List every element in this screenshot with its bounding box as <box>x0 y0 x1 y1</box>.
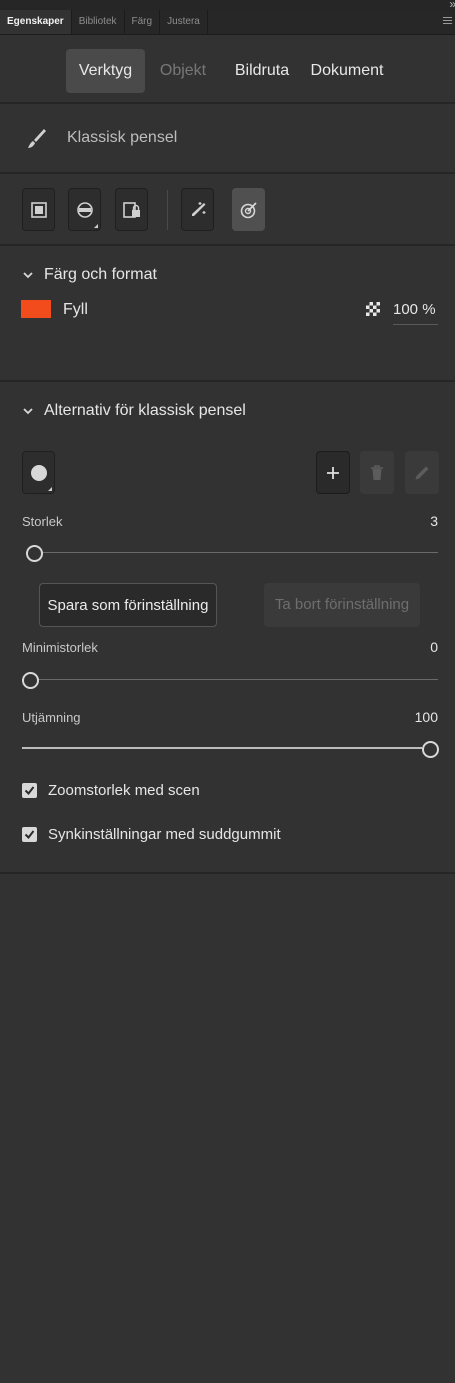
zoom-size-checkbox-row[interactable]: Zoomstorlek med scen <box>22 782 200 799</box>
size-value[interactable]: 3 <box>400 513 438 529</box>
alpha-value[interactable]: 100 % <box>393 301 438 325</box>
size-slider-track[interactable] <box>26 552 438 553</box>
section-title: Alternativ för klassisk pensel <box>44 402 246 419</box>
min-size-slider-thumb[interactable] <box>21 672 39 689</box>
checkmark-icon <box>24 786 35 796</box>
size-label: Storlek <box>22 514 63 529</box>
toolbar-separator <box>167 190 168 230</box>
sync-eraser-label: Synkinställningar med suddgummit <box>48 826 281 843</box>
min-size-value[interactable]: 0 <box>400 639 438 655</box>
brush-options-header[interactable]: Alternativ för klassisk pensel <box>22 402 246 420</box>
edit-preset-button[interactable] <box>405 451 439 494</box>
smoothing-slider-thumb[interactable] <box>421 741 439 758</box>
tab-tools[interactable]: Verktyg <box>66 49 145 93</box>
object-drawing-icon <box>30 201 47 218</box>
trash-icon <box>371 464 383 480</box>
circle-brush-icon <box>30 464 47 481</box>
mode-tab-bar: Verktyg Objekt Bildruta Dokument <box>0 34 455 104</box>
tilt-icon <box>240 201 257 218</box>
color-format-section: Färg och format Fyll 100 % <box>0 246 455 382</box>
panel-tab-library[interactable]: Bibliotek <box>72 10 125 34</box>
save-preset-button[interactable]: Spara som förinställning <box>39 583 217 627</box>
chevron-down-icon <box>23 408 33 415</box>
checkmark-icon <box>24 830 35 840</box>
alpha-checker-icon <box>366 302 380 316</box>
pressure-button[interactable] <box>181 188 214 231</box>
object-drawing-button[interactable] <box>22 188 55 231</box>
brush-shape-button[interactable] <box>22 451 55 494</box>
pressure-icon <box>191 201 205 216</box>
sync-eraser-checkbox[interactable] <box>22 827 37 842</box>
lock-fill-icon <box>122 201 140 218</box>
delete-preset-button[interactable] <box>360 451 394 494</box>
snap-button[interactable] <box>68 188 101 231</box>
zoom-size-checkbox[interactable] <box>22 783 37 798</box>
top-strip: » <box>0 0 455 11</box>
min-size-label: Minimistorlek <box>22 640 98 655</box>
zoom-size-label: Zoomstorlek med scen <box>48 782 200 799</box>
fill-color-swatch[interactable] <box>21 300 51 318</box>
tool-options-row <box>0 174 455 246</box>
min-size-slider-track[interactable] <box>22 679 438 680</box>
brush-icon <box>28 129 46 148</box>
panel-tab-properties[interactable]: Egenskaper <box>0 10 72 34</box>
panel-tab-align[interactable]: Justera <box>160 10 208 34</box>
tilt-button[interactable] <box>232 188 265 231</box>
sync-eraser-checkbox-row[interactable]: Synkinställningar med suddgummit <box>22 826 281 843</box>
delete-preset-text-button[interactable]: Ta bort förinställning <box>264 583 420 627</box>
pencil-icon <box>415 466 429 479</box>
smoothing-slider-fill <box>22 747 422 749</box>
color-format-header[interactable]: Färg och format <box>22 266 157 284</box>
current-tool-row: Klassisk pensel <box>0 104 455 174</box>
brush-options-section: Alternativ för klassisk pensel Storlek 3… <box>0 382 455 874</box>
tab-object[interactable]: Objekt <box>152 49 214 93</box>
panel-tab-color[interactable]: Färg <box>125 10 161 34</box>
tab-frame[interactable]: Bildruta <box>226 49 298 93</box>
smoothing-label: Utjämning <box>22 710 81 725</box>
smoothing-value[interactable]: 100 <box>400 709 438 725</box>
section-title: Färg och format <box>44 266 157 283</box>
lock-fill-button[interactable] <box>115 188 148 231</box>
plus-icon <box>327 466 339 479</box>
panel-menu-icon[interactable] <box>443 17 452 26</box>
size-slider-thumb[interactable] <box>25 545 43 562</box>
tool-name: Klassisk pensel <box>67 129 178 146</box>
fill-label: Fyll <box>63 301 88 318</box>
tab-document[interactable]: Dokument <box>306 49 388 93</box>
snap-icon <box>76 201 93 218</box>
panel-tab-bar: Egenskaper Bibliotek Färg Justera <box>0 10 455 35</box>
add-preset-button[interactable] <box>316 451 350 494</box>
chevron-down-icon <box>23 272 33 279</box>
